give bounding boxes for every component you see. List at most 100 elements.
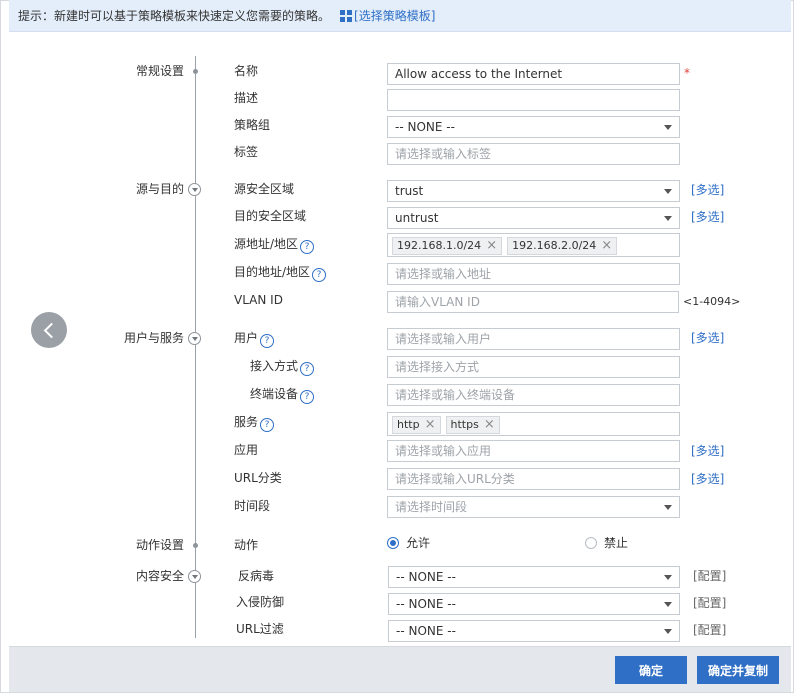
remove-tag-icon[interactable]: × (484, 417, 495, 433)
url-category-multiselect-link[interactable]: [多选] (691, 471, 724, 487)
chevron-down-icon (664, 189, 672, 194)
description-label: 描述 (234, 91, 259, 105)
select-template-link[interactable]: [选择策略模板] (354, 7, 435, 24)
description-input[interactable] (387, 89, 680, 111)
chevron-down-icon (664, 125, 672, 130)
url-filter-config-link[interactable]: [配置] (693, 622, 726, 638)
chevron-left-icon (43, 322, 59, 338)
section-content-security-label: 内容安全 (135, 569, 184, 583)
terminal-input[interactable]: 请选择或输入终端设备 (387, 384, 680, 406)
time-range-label: 时间段 (234, 499, 271, 513)
back-button[interactable] (31, 312, 67, 348)
template-icon (340, 9, 353, 22)
section-general-label: 常规设置 (135, 64, 184, 78)
url-category-input[interactable]: 请选择或输入URL分类 (387, 468, 680, 490)
remove-tag-icon[interactable]: × (601, 238, 612, 254)
section-src-dst-toggle-icon[interactable] (188, 183, 201, 196)
access-mode-label: 接入方式? (250, 358, 315, 376)
src-zone-multiselect-link[interactable]: [多选] (691, 182, 724, 198)
action-deny-radio[interactable]: 禁止 (585, 535, 628, 551)
chevron-down-icon (664, 575, 672, 580)
src-zone-select[interactable]: trust (387, 180, 680, 202)
chevron-down-icon (664, 216, 672, 221)
tag-input[interactable]: 请选择或输入标签 (387, 143, 680, 165)
ok-button[interactable]: 确定 (615, 656, 687, 684)
ips-config-link[interactable]: [配置] (693, 595, 726, 611)
ips-select[interactable]: -- NONE -- (388, 593, 680, 615)
dst-zone-multiselect-link[interactable]: [多选] (691, 209, 724, 225)
user-label: 用户? (234, 330, 275, 348)
required-marker: * (684, 66, 690, 80)
chevron-down-icon (664, 505, 672, 510)
section-content-security-toggle-icon[interactable] (188, 570, 201, 583)
help-icon[interactable]: ? (300, 362, 315, 376)
help-icon[interactable]: ? (300, 240, 315, 254)
section-user-service-toggle-icon[interactable] (188, 332, 201, 345)
antivirus-value: -- NONE -- (396, 570, 456, 584)
antivirus-config-link[interactable]: [配置] (693, 568, 726, 584)
remove-tag-icon[interactable]: × (425, 417, 436, 433)
src-zone-label: 源安全区域 (234, 182, 295, 196)
service-tag: https × (445, 416, 500, 434)
policy-group-label: 策略组 (234, 118, 271, 132)
ok-and-copy-button[interactable]: 确定并复制 (697, 656, 779, 684)
ips-value: -- NONE -- (396, 597, 456, 611)
help-icon[interactable]: ? (260, 334, 275, 348)
remove-tag-icon[interactable]: × (486, 238, 497, 254)
action-deny-label: 禁止 (604, 536, 629, 550)
chevron-down-icon (664, 629, 672, 634)
src-addr-input[interactable]: 192.168.1.0/24 × 192.168.2.0/24 × (387, 233, 680, 257)
url-filter-label: URL过滤 (236, 622, 284, 636)
service-tag: http × (392, 416, 441, 434)
dst-zone-value: untrust (395, 211, 439, 225)
policy-group-value: -- NONE -- (395, 120, 455, 134)
vlan-input[interactable]: 请输入VLAN ID (387, 291, 679, 313)
name-label: 名称 (234, 64, 259, 78)
antivirus-select[interactable]: -- NONE -- (388, 566, 680, 588)
dst-addr-label: 目的地址/地区? (234, 264, 327, 282)
src-addr-label: 源地址/地区? (234, 236, 315, 254)
dst-zone-label: 目的安全区域 (234, 209, 307, 223)
help-icon[interactable]: ? (312, 268, 327, 282)
src-zone-value: trust (395, 184, 424, 198)
service-label: 服务? (234, 414, 275, 432)
time-range-value: 请选择时间段 (395, 500, 468, 514)
time-range-select[interactable]: 请选择时间段 (387, 496, 680, 518)
src-addr-tag: 192.168.1.0/24 × (392, 237, 503, 255)
antivirus-label: 反病毒 (238, 569, 275, 583)
radio-unchecked-icon (585, 537, 597, 549)
hint-bar: 提示：新建时可以基于策略模板来快速定义您需要的策略。 [选择策略模板] (9, 0, 791, 32)
user-input[interactable]: 请选择或输入用户 (387, 328, 680, 350)
action-label: 动作 (234, 538, 259, 552)
access-mode-input[interactable]: 请选择接入方式 (387, 356, 680, 378)
url-filter-select[interactable]: -- NONE -- (388, 620, 680, 642)
chevron-down-icon (664, 602, 672, 607)
section-action-marker (193, 543, 198, 548)
vlan-label: VLAN ID (234, 293, 283, 307)
url-filter-value: -- NONE -- (396, 624, 456, 638)
terminal-label: 终端设备? (250, 386, 315, 404)
dst-addr-input[interactable]: 请选择或输入地址 (387, 263, 680, 285)
help-icon[interactable]: ? (300, 390, 315, 404)
user-multiselect-link[interactable]: [多选] (691, 330, 724, 346)
service-input[interactable]: http × https × (387, 412, 680, 436)
application-input[interactable]: 请选择或输入应用 (387, 440, 680, 462)
section-action-label: 动作设置 (135, 538, 184, 552)
tag-label: 标签 (234, 145, 259, 159)
action-allow-label: 允许 (406, 536, 431, 550)
action-allow-radio[interactable]: 允许 (387, 535, 430, 551)
section-general-marker (193, 69, 198, 74)
url-category-label: URL分类 (234, 471, 282, 485)
section-user-service-label: 用户与服务 (123, 331, 184, 345)
section-timeline (195, 56, 196, 638)
vlan-range-hint: <1-4094> (683, 295, 741, 308)
src-addr-tag: 192.168.2.0/24 × (507, 237, 618, 255)
hint-text: 提示：新建时可以基于策略模板来快速定义您需要的策略。 (18, 9, 331, 23)
section-src-dst-label: 源与目的 (135, 182, 184, 196)
ips-label: 入侵防御 (236, 595, 285, 609)
policy-group-select[interactable]: -- NONE -- (387, 116, 680, 138)
name-input[interactable]: Allow access to the Internet (387, 63, 680, 85)
help-icon[interactable]: ? (260, 418, 275, 432)
dst-zone-select[interactable]: untrust (387, 207, 680, 229)
application-multiselect-link[interactable]: [多选] (691, 443, 724, 459)
